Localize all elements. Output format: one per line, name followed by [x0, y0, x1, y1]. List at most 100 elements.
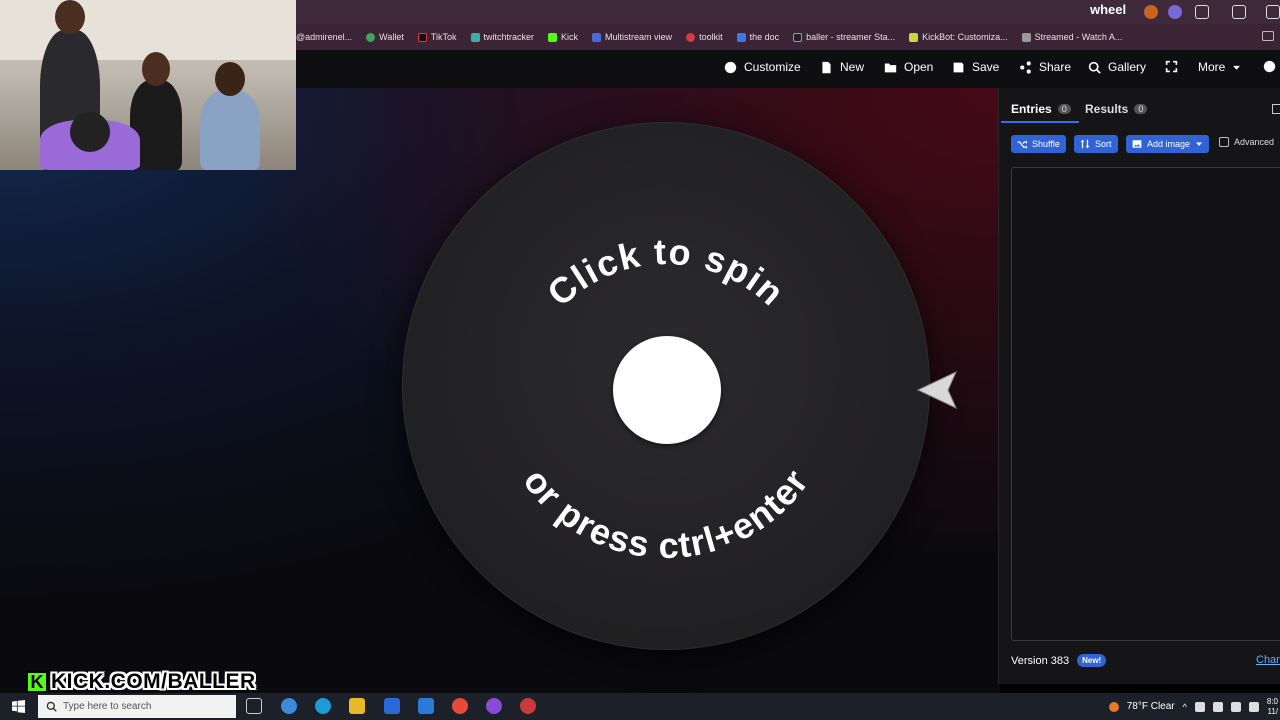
entries-count-badge: 0 [1057, 104, 1071, 114]
windows-start-icon[interactable] [12, 700, 25, 713]
bookmark-item[interactable]: toolkit [686, 32, 723, 42]
task-view-icon[interactable] [246, 698, 262, 714]
clock-time: 8:0 [1266, 696, 1278, 706]
sort-button[interactable]: Sort [1074, 135, 1118, 153]
weather-text[interactable]: 78°F Clear [1127, 701, 1175, 712]
new-label: New [840, 60, 865, 74]
puzzle-icon[interactable] [1195, 5, 1209, 19]
tab-entries[interactable]: Entries 0 [1001, 102, 1079, 123]
kickbot-icon [909, 32, 919, 42]
bookmark-item[interactable]: twitchtracker [470, 32, 535, 42]
bookmark-item[interactable]: KickBot: Customiza... [909, 32, 1008, 42]
network-icon[interactable] [1194, 701, 1205, 712]
chevron-up-icon[interactable]: ^ [1183, 702, 1187, 712]
gallery-button[interactable]: Gallery [1088, 60, 1146, 74]
fullscreen-button[interactable] [1165, 60, 1178, 73]
new-badge: New! [1077, 654, 1107, 667]
more-label: More [1198, 60, 1226, 74]
share-button[interactable]: Share [1019, 60, 1071, 74]
bookmark-label: Streamed - Watch A... [1034, 32, 1123, 42]
microphone-icon[interactable] [1212, 701, 1223, 712]
twitchtracker-icon [470, 32, 480, 42]
chrome-icon[interactable] [452, 698, 468, 714]
tab-title[interactable]: wheel [1090, 2, 1126, 17]
sidebar-icon[interactable] [1232, 5, 1246, 19]
doc-icon [736, 32, 746, 42]
shuffle-button[interactable]: Shuffle [1011, 135, 1066, 153]
multistream-icon [592, 32, 602, 42]
wallet-icon [366, 32, 376, 42]
floppy-icon [953, 62, 964, 72]
bookmark-item[interactable]: the doc [736, 32, 780, 42]
advanced-checkbox[interactable] [1219, 137, 1229, 147]
taskbar-clock[interactable]: 8:0 11/ [1267, 697, 1278, 717]
search-icon [46, 701, 57, 712]
tab-label: Entries [1011, 102, 1052, 116]
obs-icon[interactable] [520, 698, 536, 714]
profile-icon[interactable] [1266, 5, 1280, 19]
copilot-icon[interactable] [281, 698, 297, 714]
bookmark-label: Wallet [379, 32, 404, 42]
bookmark-item[interactable]: Multistream view [592, 32, 672, 42]
store-icon[interactable] [384, 698, 400, 714]
search-placeholder: Type here to search [63, 701, 152, 712]
add-image-label: Add image [1147, 139, 1191, 149]
bookmark-label: the doc [749, 32, 780, 42]
bookmark-item[interactable]: baller - streamer Sta... [793, 32, 895, 42]
kick-logo-icon: K [26, 671, 48, 693]
tiktok-icon [417, 32, 427, 42]
bookmark-item[interactable]: Streamed - Watch A... [1021, 32, 1123, 42]
monitor-icon[interactable] [1230, 701, 1241, 712]
wheel-top-text: Click to spin [539, 231, 793, 314]
bookmark-label: twitchtracker [483, 32, 535, 42]
bookmark-item[interactable]: Wallet [366, 32, 404, 42]
outlook-icon[interactable] [418, 698, 434, 714]
customize-button[interactable]: Customize [724, 60, 801, 74]
advanced-toggle[interactable]: Advanced [1219, 137, 1274, 147]
volume-icon[interactable] [1248, 701, 1259, 712]
weather-icon [1108, 701, 1119, 712]
results-count-badge: 0 [1134, 104, 1148, 114]
entries-textarea[interactable] [1011, 167, 1280, 641]
tab-results[interactable]: Results 0 [1085, 102, 1148, 116]
version-label: Version 383 [1011, 654, 1070, 667]
changelog-link[interactable]: Chan [1256, 654, 1280, 666]
palette-icon [724, 61, 737, 73]
gallery-label: Gallery [1108, 60, 1147, 74]
chevron-down-icon [1233, 65, 1241, 70]
open-button[interactable]: Open [884, 60, 933, 74]
folder-icon[interactable] [1262, 31, 1274, 41]
add-image-button[interactable]: Add image [1126, 135, 1210, 153]
sort-icon [1080, 139, 1090, 149]
globe-icon [1263, 60, 1276, 73]
hide-panel-icon[interactable] [1272, 104, 1280, 114]
chrome-profile-icon[interactable] [486, 698, 502, 714]
edge-icon[interactable] [315, 698, 331, 714]
extension-icon[interactable] [1144, 5, 1158, 19]
more-button[interactable]: More [1198, 60, 1241, 74]
streamed-icon [1021, 32, 1031, 42]
kick-channel-text: KICK.COM/BALLER [51, 670, 256, 693]
new-button[interactable]: New [820, 60, 864, 74]
chevron-down-icon [1196, 142, 1203, 146]
bookmark-label: toolkit [699, 32, 723, 42]
wheel-center-hub[interactable] [613, 336, 721, 444]
bookmark-label: Multistream view [605, 32, 673, 42]
person-figure [200, 90, 260, 170]
save-button[interactable]: Save [952, 60, 999, 74]
file-icon [822, 61, 831, 73]
save-label: Save [972, 60, 1000, 74]
person-head [70, 112, 110, 152]
kick-icon [548, 32, 558, 42]
file-explorer-icon[interactable] [349, 698, 365, 714]
clock-date: 11/ [1267, 706, 1278, 716]
bookmark-item[interactable]: TikTok [417, 32, 457, 42]
extension-icon[interactable] [1168, 5, 1182, 19]
bookmark-item[interactable]: @admirenel... [296, 32, 352, 42]
taskbar-search[interactable]: Type here to search [38, 695, 236, 718]
bookmark-label: Kick [561, 32, 579, 42]
shuffle-label: Shuffle [1032, 139, 1060, 149]
language-button[interactable] [1263, 60, 1276, 73]
person-head [55, 0, 85, 34]
bookmark-item[interactable]: Kick [548, 32, 578, 42]
